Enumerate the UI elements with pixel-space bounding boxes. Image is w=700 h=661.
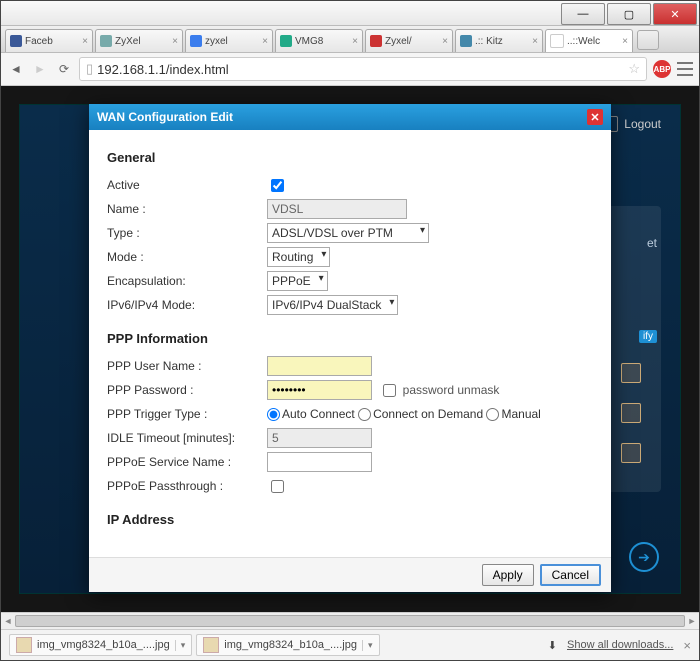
trigger-manual-radio[interactable]: [486, 408, 499, 421]
chrome-menu-button[interactable]: [677, 62, 693, 76]
label-active: Active: [107, 178, 267, 192]
page-icon: ▯: [86, 61, 93, 77]
label-svcname: PPPoE Service Name :: [107, 455, 267, 469]
bookmark-star-icon[interactable]: ☆: [628, 61, 640, 77]
svcname-input[interactable]: [267, 452, 372, 472]
wan-config-modal: WAN Configuration Edit ✕ General Active …: [89, 104, 611, 592]
forward-button[interactable]: ►: [31, 60, 49, 78]
section-ppp: PPP Information: [107, 331, 593, 346]
unmask-checkbox[interactable]: [383, 384, 396, 397]
favicon-tj: [370, 35, 382, 47]
favicon-kitz: [460, 35, 472, 47]
download-menu-icon[interactable]: ▾: [362, 640, 373, 651]
file-icon: [16, 637, 32, 653]
mode-select[interactable]: Routing: [267, 247, 330, 267]
tab-kitz[interactable]: .:: Kitz×: [455, 29, 543, 52]
horizontal-scrollbar[interactable]: ◄ ►: [1, 612, 699, 629]
type-select[interactable]: ADSL/VDSL over PTM: [267, 223, 429, 243]
favicon-vmg: [280, 35, 292, 47]
download-bar: img_vmg8324_b10a_....jpg ▾ img_vmg8324_b…: [1, 629, 699, 660]
trigger-demand-radio[interactable]: [358, 408, 371, 421]
idle-input[interactable]: [267, 428, 372, 448]
scroll-thumb[interactable]: [15, 615, 685, 627]
trash-icon[interactable]: [621, 403, 641, 423]
window-titlebar: — ▢ ✕: [1, 1, 699, 26]
reload-button[interactable]: ⟳: [55, 60, 73, 78]
label-ppp-user: PPP User Name :: [107, 359, 267, 373]
favicon-google: [190, 35, 202, 47]
file-icon: [203, 637, 219, 653]
ppp-user-input[interactable]: [267, 356, 372, 376]
tab-strip: Faceb× ZyXel× zyxel× VMG8× Zyxel/× .:: K…: [1, 26, 699, 53]
adblock-icon[interactable]: ABP: [653, 60, 671, 78]
scroll-left-arrow[interactable]: ◄: [1, 613, 15, 629]
url-text: 192.168.1.1/index.html: [97, 62, 229, 77]
window-maximize-button[interactable]: ▢: [607, 3, 651, 25]
tab-facebook[interactable]: Faceb×: [5, 29, 93, 52]
label-ipmode: IPv6/IPv4 Mode:: [107, 298, 267, 312]
label-trigger: PPP Trigger Type :: [107, 407, 267, 421]
favicon-facebook: [10, 35, 22, 47]
download-bar-close-icon[interactable]: ×: [683, 638, 691, 653]
download-item[interactable]: img_vmg8324_b10a_....jpg ▾: [9, 634, 192, 656]
window-close-button[interactable]: ✕: [653, 3, 697, 25]
favicon-blank: [550, 34, 564, 48]
favicon-zyxel: [100, 35, 112, 47]
ppp-pass-input[interactable]: [267, 380, 372, 400]
address-bar[interactable]: ▯ 192.168.1.1/index.html ☆: [79, 57, 647, 81]
section-ip: IP Address: [107, 512, 593, 527]
tab-google-zyxel[interactable]: zyxel×: [185, 29, 273, 52]
download-menu-icon[interactable]: ▾: [175, 640, 186, 651]
tab-close-icon[interactable]: ×: [172, 36, 178, 47]
trash-icon[interactable]: [621, 363, 641, 383]
logout-link[interactable]: Logout: [602, 116, 661, 132]
tab-close-icon[interactable]: ×: [622, 36, 628, 47]
show-all-downloads-link[interactable]: Show all downloads...: [567, 639, 673, 651]
label-passthru: PPPoE Passthrough :: [107, 479, 267, 493]
tab-close-icon[interactable]: ×: [442, 36, 448, 47]
passthrough-checkbox[interactable]: [271, 480, 284, 493]
section-general: General: [107, 150, 593, 165]
window-minimize-button[interactable]: —: [561, 3, 605, 25]
ipmode-select[interactable]: IPv6/IPv4 DualStack: [267, 295, 398, 315]
modal-close-button[interactable]: ✕: [587, 109, 603, 125]
download-arrow-icon: ⬇: [548, 639, 557, 652]
modal-footer: Apply Cancel: [89, 557, 611, 592]
page-viewport: Logout et ify ➔ WAN Configuration Edit ✕…: [1, 86, 699, 612]
cancel-button[interactable]: Cancel: [540, 564, 601, 586]
label-idle: IDLE Timeout [minutes]:: [107, 431, 267, 445]
tab-vmg8[interactable]: VMG8×: [275, 29, 363, 52]
tab-zyxel-1[interactable]: ZyXel×: [95, 29, 183, 52]
trash-icon[interactable]: [621, 443, 641, 463]
apply-button[interactable]: Apply: [482, 564, 534, 586]
label-name: Name :: [107, 202, 267, 216]
tab-close-icon[interactable]: ×: [82, 36, 88, 47]
scroll-right-arrow[interactable]: ►: [685, 613, 699, 629]
tab-welcome-active[interactable]: ..::Welc×: [545, 29, 633, 52]
modal-body[interactable]: General Active Name : Type : ADSL/VDSL o…: [89, 130, 611, 557]
label-mode: Mode :: [107, 250, 267, 264]
label-type: Type :: [107, 226, 267, 240]
label-unmask: password unmask: [403, 383, 500, 397]
modal-title-text: WAN Configuration Edit: [97, 110, 233, 124]
back-button[interactable]: ◄: [7, 60, 25, 78]
tab-tj-zyxel[interactable]: Zyxel/×: [365, 29, 453, 52]
next-arrow-button[interactable]: ➔: [629, 542, 659, 572]
encap-select[interactable]: PPPoE: [267, 271, 328, 291]
download-item[interactable]: img_vmg8324_b10a_....jpg ▾: [196, 634, 379, 656]
label-ppp-pass: PPP Password :: [107, 383, 267, 397]
browser-toolbar: ◄ ► ⟳ ▯ 192.168.1.1/index.html ☆ ABP: [1, 53, 699, 86]
browser-window: — ▢ ✕ Faceb× ZyXel× zyxel× VMG8× Zyxel/×…: [0, 0, 700, 661]
tab-close-icon[interactable]: ×: [262, 36, 268, 47]
modal-titlebar: WAN Configuration Edit ✕: [89, 104, 611, 130]
name-input[interactable]: [267, 199, 407, 219]
tab-close-icon[interactable]: ×: [532, 36, 538, 47]
trigger-auto-radio[interactable]: [267, 408, 280, 421]
label-encap: Encapsulation:: [107, 274, 267, 288]
tab-close-icon[interactable]: ×: [352, 36, 358, 47]
active-checkbox[interactable]: [271, 179, 284, 192]
new-tab-button[interactable]: [637, 30, 659, 50]
